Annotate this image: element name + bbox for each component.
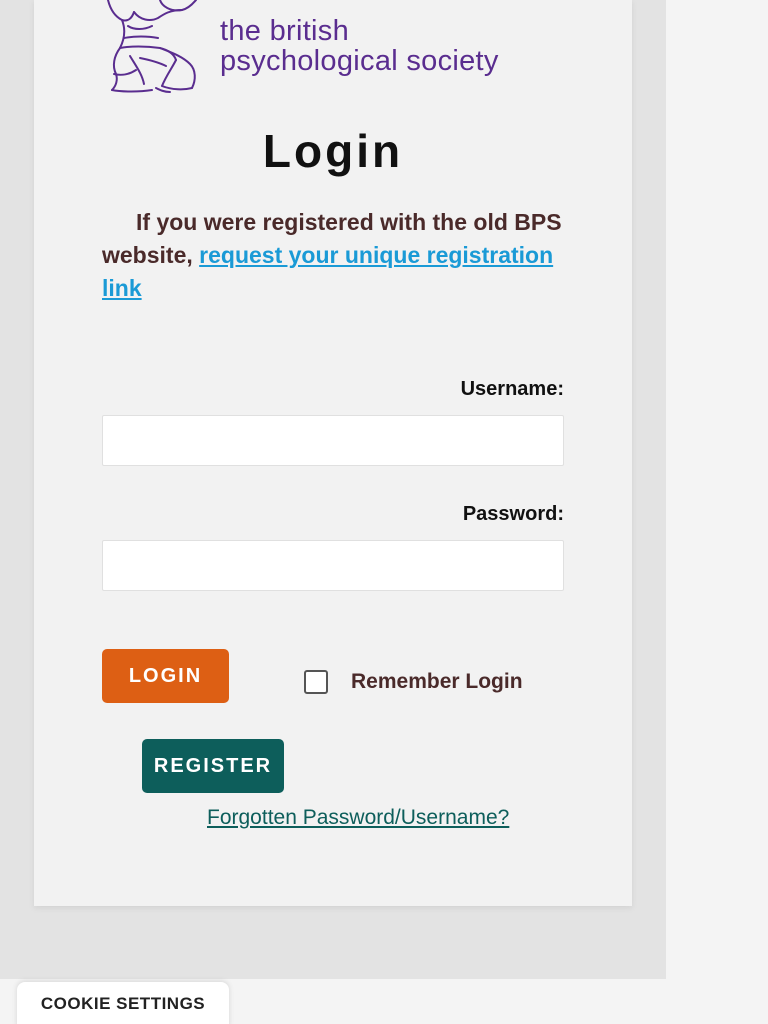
logo-line-1: the british xyxy=(220,15,350,47)
page: the british psychological society Login … xyxy=(0,0,768,1024)
password-input[interactable] xyxy=(102,540,564,591)
remember-login-label[interactable]: Remember Login xyxy=(351,670,523,694)
bps-logo[interactable]: the british psychological society xyxy=(100,0,560,96)
remember-login[interactable]: Remember Login xyxy=(304,670,523,694)
forgot-password-link[interactable]: Forgotten Password/Username? xyxy=(207,806,509,830)
bps-figure-logo-icon xyxy=(107,0,197,93)
cookie-settings-button[interactable]: COOKIE SETTINGS xyxy=(17,982,229,1024)
intro-paragraph: If you were registered with the old BPS … xyxy=(102,206,572,305)
logo-wordmark: the british psychological society xyxy=(220,16,499,76)
logo-line-2: psychological society xyxy=(220,45,499,77)
username-label: Username: xyxy=(460,378,564,400)
page-title: Login xyxy=(262,125,404,177)
register-button[interactable]: REGISTER xyxy=(142,739,284,793)
login-button[interactable]: LOGIN xyxy=(102,649,229,703)
password-label: Password: xyxy=(462,503,564,525)
remember-login-checkbox[interactable] xyxy=(304,670,328,694)
username-input[interactable] xyxy=(102,415,564,466)
